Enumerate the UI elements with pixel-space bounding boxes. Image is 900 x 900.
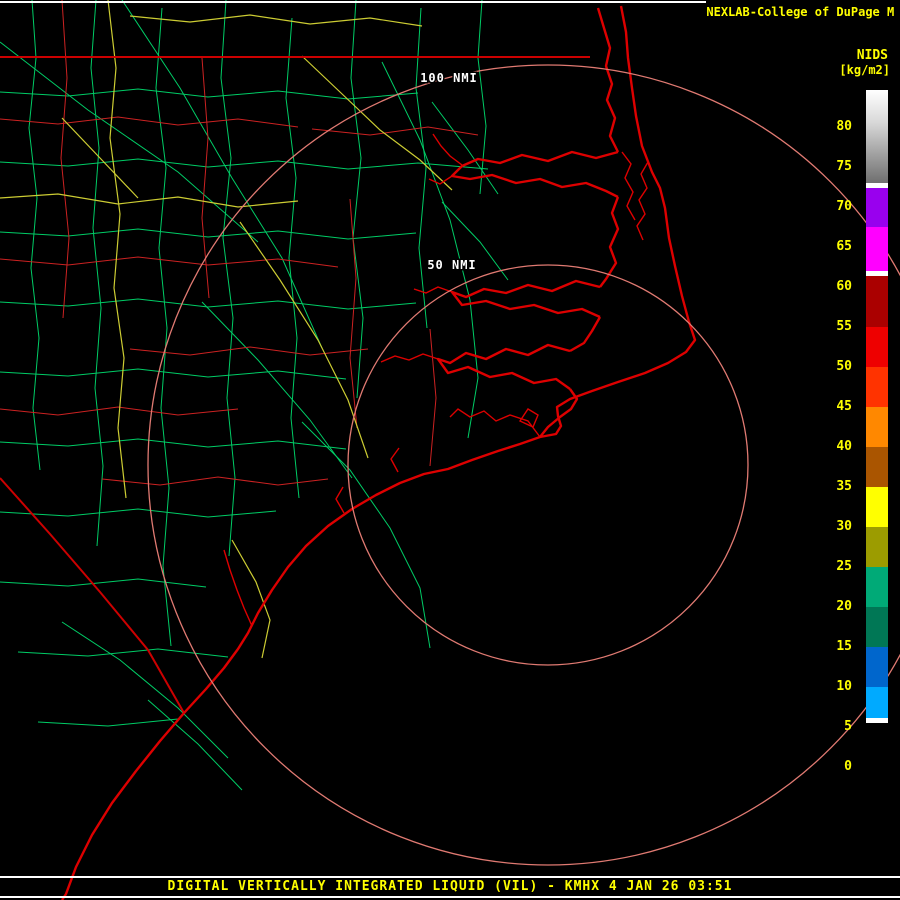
atlantic-coastline <box>61 5 697 900</box>
colorbar-segment <box>866 367 888 407</box>
neuse-upstream <box>380 353 439 363</box>
beaufort-inlet <box>518 408 539 428</box>
colorbar-tick-label: 10 <box>836 679 852 694</box>
bottom-frame-line <box>0 876 900 878</box>
colorbar-tick-label: 40 <box>836 439 852 454</box>
colorbar-tick-label: 60 <box>836 279 852 294</box>
colorbar-segment <box>866 487 888 527</box>
colorbar-segment <box>866 90 888 183</box>
colorbar-tick-label: 75 <box>836 159 852 174</box>
secondary-roads-layer <box>0 0 479 486</box>
range-ring-100nmi <box>147 64 900 866</box>
pamlico-sound-shore <box>599 196 620 288</box>
neuse-river <box>436 343 571 390</box>
colorbar-segment <box>866 275 888 327</box>
new-river <box>390 447 400 473</box>
colorbar-tick-label: 65 <box>836 239 852 254</box>
colorbar-tick-label: 45 <box>836 399 852 414</box>
colorbar-tick-label: 0 <box>844 759 852 774</box>
colorbar-segment <box>866 647 888 687</box>
source-credit-text: NEXLAB-College of DuPage <box>706 5 880 19</box>
colorbar-tick-label: 55 <box>836 319 852 334</box>
coastline-layer <box>61 5 697 900</box>
colorbar-segment <box>866 718 888 723</box>
range-ring-50nmi-label: 50 NMI <box>427 258 476 272</box>
colorbar-segment <box>866 271 888 276</box>
bottom-edge-line <box>0 896 900 898</box>
colorbar-tick-label: 50 <box>836 359 852 374</box>
colorbar-segment <box>866 327 888 367</box>
colorbar-segment <box>866 187 888 227</box>
units-label: [kg/m2] <box>839 63 890 77</box>
pamlico-river <box>450 279 601 319</box>
radar-display: 100 NMI 50 NMI NEXLAB-College of DuPage … <box>0 0 900 900</box>
nids-label: NIDS <box>856 48 888 63</box>
colorbar-segment <box>866 227 888 271</box>
base-map: 100 NMI 50 NMI <box>0 0 900 900</box>
colorbar-segment <box>866 527 888 567</box>
colorbar-segment <box>866 723 888 791</box>
colorbar-tick-label: 25 <box>836 559 852 574</box>
colorbar-segment <box>866 567 888 607</box>
sound-shore-mid <box>569 316 602 353</box>
colorbar-tick-label: 20 <box>836 599 852 614</box>
colorbar-segment <box>866 607 888 647</box>
source-credit-clipped-char: M <box>887 5 895 19</box>
colorbar-tick-label: 35 <box>836 479 852 494</box>
range-rings-layer: 100 NMI 50 NMI <box>147 64 900 866</box>
croatan-shore <box>621 151 636 221</box>
colorbar-segment <box>866 447 888 487</box>
source-credit: NEXLAB-College of DuPage M <box>706 5 896 19</box>
colorbar-tick-label: 70 <box>836 199 852 214</box>
currituck-shore <box>596 7 620 153</box>
range-ring-50nmi <box>347 264 749 666</box>
range-ring-100nmi-label: 100 NMI <box>420 71 478 85</box>
colorbar-tick-label: 30 <box>836 519 852 534</box>
colorbar-tick-label: 15 <box>836 639 852 654</box>
cape-fear-river <box>223 549 253 627</box>
white-oak-river <box>335 486 345 514</box>
colorbar-segment <box>866 687 888 719</box>
chowan-river <box>432 133 463 166</box>
top-frame-line <box>0 1 706 3</box>
colorbar-segment <box>866 407 888 447</box>
colorbar-segment <box>866 183 888 188</box>
product-title: DIGITAL VERTICALLY INTEGRATED LIQUID (VI… <box>167 879 733 894</box>
albemarle-sound <box>450 150 619 199</box>
colorbar-tick-label: 5 <box>844 719 852 734</box>
colorbar-tick-label: 80 <box>836 119 852 134</box>
highways-layer <box>0 0 453 659</box>
county-roads-layer <box>0 0 509 791</box>
roanoke-island <box>636 161 649 241</box>
newport-estuary <box>449 408 541 438</box>
